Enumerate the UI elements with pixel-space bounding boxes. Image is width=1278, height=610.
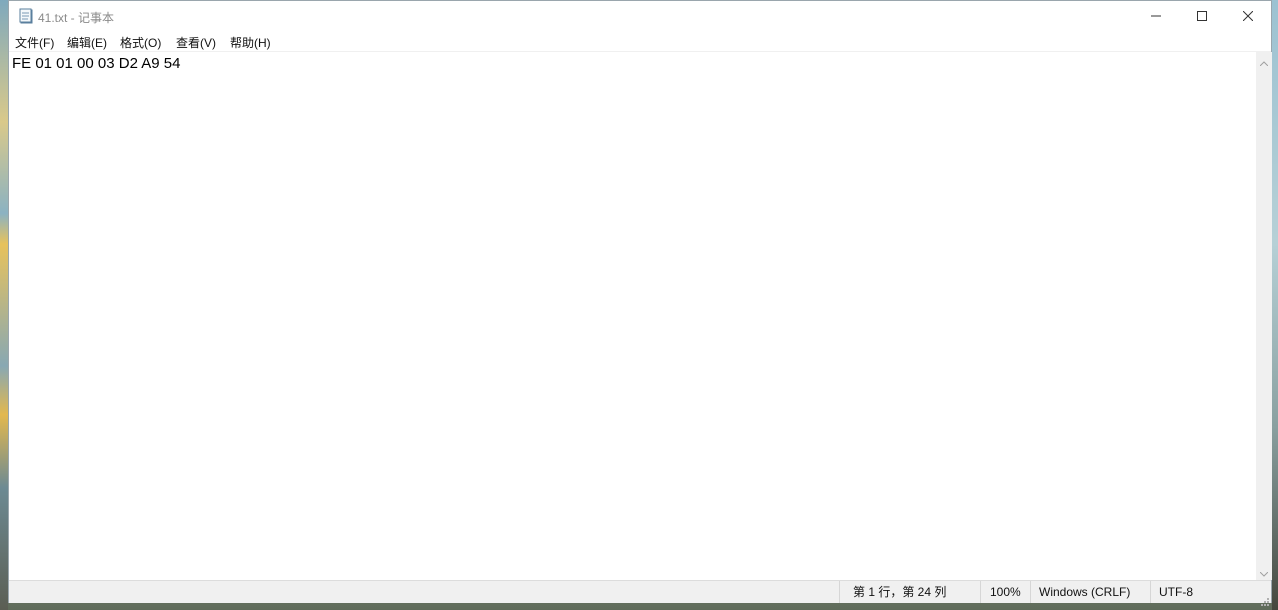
text-editor-area[interactable]: FE 01 01 00 03 D2 A9 54 [9, 52, 1256, 580]
notepad-icon [18, 8, 34, 24]
menu-bar: 文件(F) 编辑(E) 格式(O) 查看(V) 帮助(H) [9, 31, 1271, 52]
menu-format[interactable]: 格式(O) [120, 34, 161, 51]
maximize-button[interactable] [1179, 1, 1225, 31]
scroll-up-button[interactable] [1256, 52, 1272, 69]
notepad-window: 41.txt - 记事本 文件(F) 编辑(E) 格式(O) 查看(V) 帮助(… [8, 0, 1272, 606]
editor-content[interactable]: FE 01 01 00 03 D2 A9 54 [12, 55, 180, 72]
desktop-background-left [0, 0, 8, 610]
minimize-icon [1151, 11, 1161, 21]
status-encoding: UTF-8 [1150, 581, 1271, 603]
title-bar[interactable]: 41.txt - 记事本 [9, 1, 1271, 31]
menu-file[interactable]: 文件(F) [15, 34, 54, 51]
status-zoom: 100% [980, 581, 1030, 603]
status-cursor-position: 第 1 行，第 24 列 [839, 581, 980, 603]
status-bar: 第 1 行，第 24 列 100% Windows (CRLF) UTF-8 [9, 580, 1271, 606]
chevron-up-icon [1259, 51, 1269, 70]
desktop-background-right [1272, 0, 1278, 610]
maximize-icon [1197, 11, 1207, 21]
menu-view[interactable]: 查看(V) [176, 34, 216, 51]
close-button[interactable] [1225, 1, 1271, 31]
menu-help[interactable]: 帮助(H) [230, 34, 271, 51]
scroll-down-button[interactable] [1256, 563, 1272, 580]
vertical-scrollbar[interactable] [1256, 52, 1272, 580]
status-line-ending: Windows (CRLF) [1030, 581, 1150, 603]
window-title: 41.txt - 记事本 [38, 11, 115, 25]
close-icon [1243, 11, 1253, 21]
chevron-down-icon [1259, 562, 1269, 581]
minimize-button[interactable] [1133, 1, 1179, 31]
menu-edit[interactable]: 编辑(E) [67, 34, 107, 51]
resize-grip-icon[interactable] [1259, 591, 1269, 606]
